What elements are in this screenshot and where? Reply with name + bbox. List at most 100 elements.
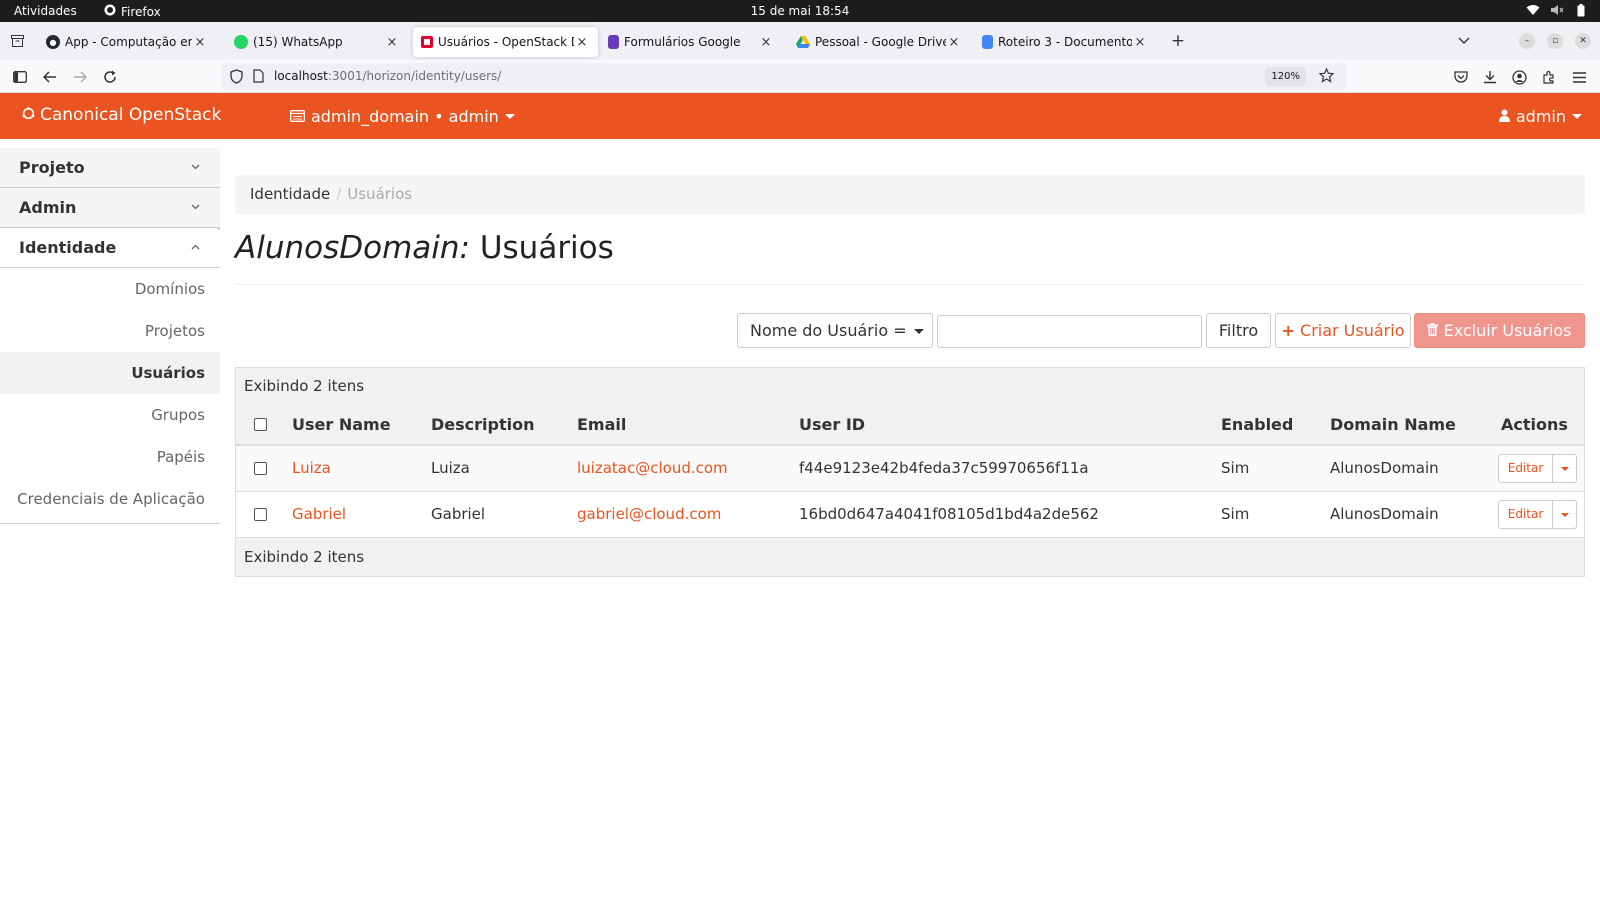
user-description: Luiza — [431, 459, 470, 477]
page-info-icon[interactable] — [253, 69, 264, 86]
user-name-link[interactable]: Luiza — [292, 459, 331, 477]
openstack-header: Canonical OpenStack admin_domain • admin… — [0, 93, 1600, 139]
whatsapp-icon — [234, 35, 248, 49]
app-menu[interactable]: Firefox — [104, 4, 161, 19]
system-tray[interactable] — [1526, 3, 1588, 17]
user-menu[interactable]: admin — [1498, 107, 1582, 126]
row-checkbox[interactable] — [254, 508, 267, 521]
delete-users-button[interactable]: Excluir Usuários — [1414, 313, 1585, 348]
close-tab-icon[interactable]: × — [192, 35, 208, 50]
filter-input[interactable] — [937, 315, 1202, 348]
brand-logo[interactable]: Canonical OpenStack — [22, 105, 221, 125]
pocket-icon[interactable] — [1452, 68, 1470, 86]
breadcrumb-parent[interactable]: Identidade — [250, 185, 330, 203]
volume-muted-icon — [1550, 3, 1564, 17]
table-row: Gabriel Gabriel gabriel@cloud.com 16bd0d… — [236, 492, 1584, 538]
breadcrumb-separator: / — [336, 185, 342, 203]
edit-button[interactable]: Editar — [1498, 454, 1553, 483]
zoom-level[interactable]: 120% — [1265, 67, 1306, 86]
column-domain-name[interactable]: Domain Name — [1330, 415, 1456, 434]
shield-icon[interactable] — [230, 69, 243, 87]
edit-button[interactable]: Editar — [1498, 500, 1553, 529]
close-tab-icon[interactable]: × — [574, 35, 590, 50]
tab-app-computacao[interactable]: ● App - Computação em Nu × — [38, 27, 216, 57]
more-actions-button[interactable] — [1553, 454, 1577, 483]
more-actions-button[interactable] — [1553, 500, 1577, 529]
new-tab-icon[interactable]: + — [1170, 31, 1186, 51]
column-user-id[interactable]: User ID — [799, 415, 865, 434]
close-tab-icon[interactable]: × — [1132, 35, 1148, 50]
close-tab-icon[interactable]: × — [946, 35, 962, 50]
activities-button[interactable]: Atividades — [14, 4, 77, 18]
battery-icon — [1574, 3, 1588, 17]
column-description[interactable]: Description — [431, 415, 534, 434]
column-enabled[interactable]: Enabled — [1221, 415, 1293, 434]
user-name-link[interactable]: Gabriel — [292, 505, 346, 523]
sidebar-item-credenciais[interactable]: Credenciais de Aplicação — [0, 478, 220, 520]
sidebar-item-papeis[interactable]: Papéis — [0, 436, 220, 478]
downloads-icon[interactable] — [1481, 68, 1499, 86]
filter-field-select[interactable]: Nome do Usuário = — [737, 313, 933, 348]
account-icon[interactable] — [1510, 68, 1528, 86]
tab-whatsapp[interactable]: (15) WhatsApp × — [226, 27, 408, 57]
tab-google-docs[interactable]: Roteiro 3 - Documentos G × — [974, 27, 1156, 57]
tab-google-drive[interactable]: Pessoal - Google Drive × — [788, 27, 970, 57]
tab-list-icon[interactable] — [9, 33, 25, 49]
sidebar-section-admin[interactable]: Admin — [0, 188, 220, 228]
table-row: Luiza Luiza luizatac@cloud.com f44e9123e… — [236, 446, 1584, 492]
create-user-button[interactable]: + Criar Usuário — [1275, 313, 1411, 348]
clock[interactable]: 15 de mai 18:54 — [751, 4, 850, 18]
user-id: f44e9123e42b4feda37c59970656f11a — [799, 459, 1089, 477]
user-email-link[interactable]: luizatac@cloud.com — [577, 459, 728, 477]
page-title-domain: AlunosDomain: — [235, 230, 470, 266]
caret-down-icon — [1560, 466, 1569, 471]
extensions-icon[interactable] — [1540, 68, 1558, 86]
google-drive-icon — [796, 35, 810, 49]
page-title: AlunosDomain: Usuários — [235, 230, 614, 266]
sidebar-toggle-icon[interactable] — [11, 68, 29, 86]
tab-openstack-usuarios[interactable]: Usuários - OpenStack Das × — [413, 27, 598, 57]
table-summary: Exibindo 2 itens — [236, 368, 1584, 403]
reload-icon[interactable] — [101, 68, 119, 86]
sidebar-item-dominios[interactable]: Domínios — [0, 268, 220, 310]
sidebar-item-grupos[interactable]: Grupos — [0, 394, 220, 436]
user-icon — [1498, 107, 1510, 126]
project-selector[interactable]: admin_domain • admin — [290, 107, 515, 126]
maximize-window-icon[interactable]: ▫ — [1547, 33, 1563, 49]
list-all-tabs-icon[interactable] — [1456, 33, 1472, 49]
sidebar-section-projeto[interactable]: Projeto — [0, 148, 220, 188]
menu-icon[interactable] — [1570, 68, 1588, 86]
sidebar-item-usuarios[interactable]: Usuários — [0, 352, 220, 394]
chevron-down-icon — [191, 188, 200, 228]
filter-button[interactable]: Filtro — [1206, 313, 1271, 348]
firefox-icon — [104, 4, 116, 19]
close-tab-icon[interactable]: × — [384, 35, 400, 50]
project-list-icon — [290, 107, 305, 126]
close-tab-icon[interactable]: × — [758, 35, 774, 50]
user-domain: AlunosDomain — [1330, 459, 1439, 477]
bookmark-star-icon[interactable] — [1318, 67, 1335, 86]
row-checkbox[interactable] — [254, 462, 267, 475]
app-name: Firefox — [121, 4, 161, 19]
caret-down-icon — [913, 329, 924, 334]
navigation-bar: localhost:3001/horizon/identity/users/ 1… — [0, 60, 1600, 93]
url-text: localhost:3001/horizon/identity/users/ — [274, 69, 502, 83]
tab-google-forms[interactable]: Formulários Google × — [600, 27, 782, 57]
select-all-checkbox[interactable] — [254, 418, 267, 431]
user-enabled: Sim — [1221, 505, 1250, 523]
tab-strip: ● App - Computação em Nu × (15) WhatsApp… — [0, 22, 1600, 60]
column-email[interactable]: Email — [577, 415, 626, 434]
openstack-icon — [421, 36, 433, 48]
back-icon[interactable] — [41, 68, 59, 86]
close-window-icon[interactable]: ✕ — [1575, 33, 1591, 49]
sidebar-section-identidade[interactable]: Identidade — [0, 228, 220, 268]
sidebar-divider — [0, 520, 220, 524]
forward-icon[interactable] — [71, 68, 89, 86]
sidebar-item-projetos[interactable]: Projetos — [0, 310, 220, 352]
user-domain: AlunosDomain — [1330, 505, 1439, 523]
address-bar[interactable]: localhost:3001/horizon/identity/users/ 1… — [222, 63, 1346, 90]
minimize-window-icon[interactable]: – — [1519, 33, 1535, 49]
chevron-up-icon — [191, 228, 200, 268]
column-user-name[interactable]: User Name — [292, 415, 391, 434]
user-email-link[interactable]: gabriel@cloud.com — [577, 505, 721, 523]
